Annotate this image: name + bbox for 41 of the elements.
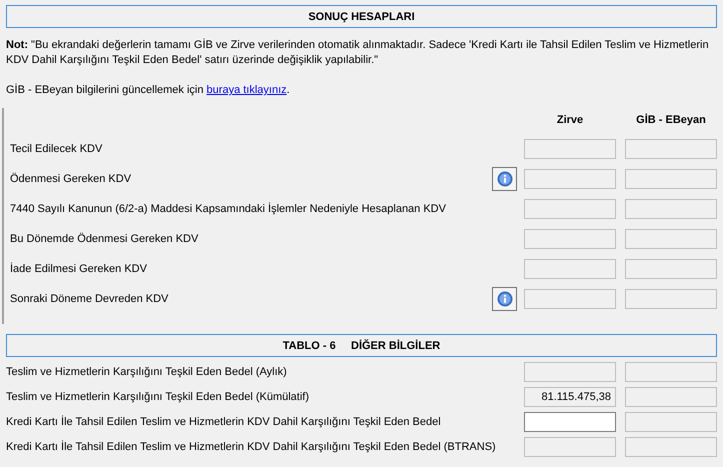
update-text: GİB - EBeyan bilgilerini güncellemek için buraya tıklayınız. bbox=[6, 84, 291, 96]
note-text: Not: "Bu ekrandaki değerlerin tamamı GİB ve Zirve verilerinden otomatik alınmaktadır. Sadece 'Kredi Kartı ile Tahsil Edilen Teslim ve Hizmetlerin KDV Dahil Karşılığını Teşkil Eden Bedel' satırı üzerinde değişiklik yapılabilir." bbox=[6, 38, 710, 68]
info-icon bbox=[496, 291, 512, 307]
row-label: Bu Dönemde Ödenmesi Gereken KDV bbox=[10, 233, 200, 245]
row-label: Tecil Edilecek KDV bbox=[10, 143, 104, 155]
info-icon bbox=[496, 171, 512, 187]
value-field[interactable] bbox=[524, 362, 616, 382]
value-field[interactable] bbox=[524, 139, 616, 159]
row-label: Teslim ve Hizmetlerin Karşılığını Teşkil Eden Bedel (Kümülatif) bbox=[6, 390, 310, 402]
value-field[interactable] bbox=[524, 199, 616, 219]
row-label: Kredi Kartı İle Tahsil Edilen Teslim ve Hizmetlerin KDV Dahil Karşılığını Teşkil Eden Bedel bbox=[6, 416, 442, 428]
row-label: Ödenmesi Gereken KDV bbox=[10, 173, 132, 185]
row-label: Teslim ve Hizmetlerin Karşılığını Teşkil Eden Bedel (Aylık) bbox=[6, 366, 288, 378]
value-field[interactable] bbox=[524, 229, 616, 249]
value-field[interactable] bbox=[625, 436, 717, 456]
value-field[interactable] bbox=[625, 199, 717, 219]
value-field[interactable] bbox=[524, 412, 616, 432]
value-field[interactable] bbox=[625, 362, 717, 382]
section-header: SONUÇ HESAPLARI bbox=[6, 5, 717, 28]
info-button[interactable] bbox=[492, 167, 517, 191]
column-header: Zirve bbox=[556, 114, 584, 126]
value-field[interactable] bbox=[625, 169, 717, 189]
value-field[interactable] bbox=[524, 436, 616, 456]
column-header: GİB - EBeyan bbox=[635, 114, 707, 126]
value-field[interactable] bbox=[524, 259, 616, 279]
value-field[interactable] bbox=[625, 259, 717, 279]
row-label: 7440 Sayılı Kanunun (6/2-a) Maddesi Kapsamındaki İşlemler Nedeniyle Hesaplanan KDV bbox=[10, 203, 447, 215]
row-label: Kredi Kartı İle Tahsil Edilen Teslim ve Hizmetlerin KDV Dahil Karşılığını Teşkil Eden Bedel (BTRANS) bbox=[6, 440, 497, 452]
value-field[interactable] bbox=[625, 386, 717, 406]
value-field[interactable] bbox=[625, 412, 717, 432]
value-field[interactable] bbox=[524, 169, 616, 189]
update-link[interactable]: buraya tıklayınız bbox=[206, 84, 287, 96]
row-label: Sonraki Döneme Devreden KDV bbox=[10, 293, 170, 305]
value-field[interactable]: 81.115.475,38 bbox=[524, 386, 616, 406]
value-field[interactable] bbox=[625, 289, 717, 309]
row-label: İade Edilmesi Gereken KDV bbox=[10, 263, 148, 275]
value-field[interactable] bbox=[625, 139, 717, 159]
info-button[interactable] bbox=[492, 287, 517, 311]
section-header: TABLO - 6 DİĞER BİLGİLER bbox=[6, 334, 717, 357]
value-field[interactable] bbox=[524, 289, 616, 309]
value-field[interactable] bbox=[625, 229, 717, 249]
